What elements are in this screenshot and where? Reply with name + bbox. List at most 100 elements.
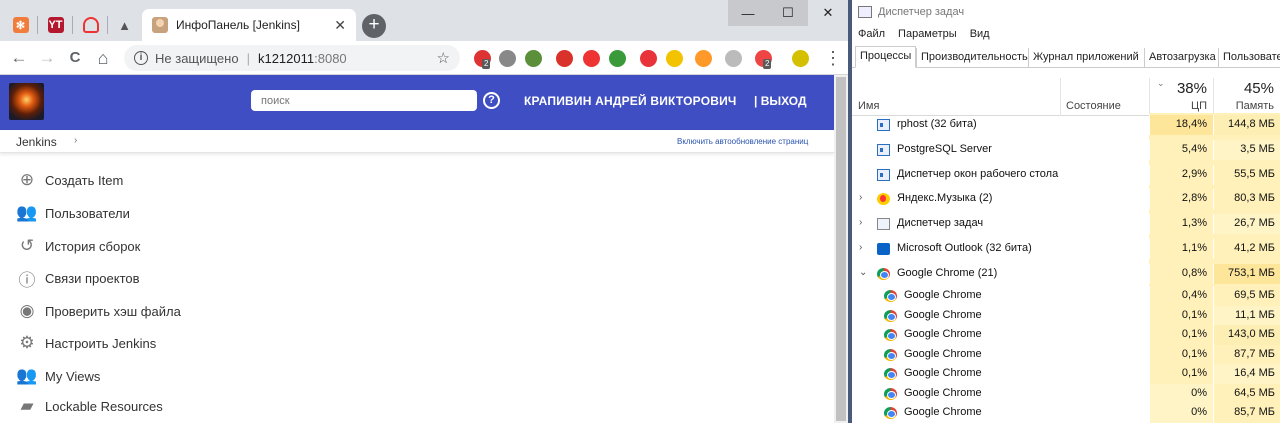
active-tab[interactable]: ИнфоПанель [Jenkins] ✕ [142, 9, 356, 41]
breadcrumb-jenkins[interactable]: Jenkins [16, 135, 57, 149]
pinned-tab-3[interactable] [76, 9, 105, 41]
process-cpu: 2,8% [1149, 189, 1213, 209]
tab-startup[interactable]: Автозагрузка [1144, 48, 1220, 68]
task-link[interactable]: 👥 Пользователи [16, 201, 130, 225]
tab-app-history[interactable]: Журнал приложений [1028, 48, 1143, 68]
tab-processes[interactable]: Процессы [855, 46, 917, 68]
collapse-chevron-icon[interactable]: ⌄ [859, 267, 867, 278]
pinned-tab-4[interactable]: ▲ [110, 9, 139, 41]
scrollbar-thumb[interactable] [836, 77, 846, 421]
ext-red-badge-icon[interactable]: 2 [474, 50, 491, 69]
task-link[interactable]: ↺ История сборок [16, 234, 140, 258]
ext-fox-icon[interactable] [695, 50, 712, 67]
tab-close-icon[interactable]: ✕ [334, 17, 346, 34]
tab-users[interactable]: Пользовате [1218, 48, 1280, 68]
ext-cloud-icon[interactable] [583, 50, 600, 67]
column-name[interactable]: Имя [858, 100, 879, 112]
column-memory[interactable]: Память [1232, 100, 1274, 112]
jenkins-logo[interactable] [9, 83, 44, 120]
process-row[interactable]: › Яндекс.Музыка (2) 2,8% 80,3 МБ [852, 189, 1280, 209]
pinned-tab-2[interactable]: YT [41, 9, 70, 41]
process-row[interactable]: › Диспетчер задач 1,3% 26,7 МБ [852, 214, 1280, 234]
process-row[interactable]: Google Chrome 0,1% 16,4 МБ [852, 364, 1280, 384]
chrome-process-icon [884, 290, 897, 302]
process-row[interactable]: PostgreSQL Server 5,4% 3,5 МБ [852, 140, 1280, 160]
home-button[interactable]: ⌂ [92, 47, 114, 69]
process-row[interactable]: Google Chrome 0,4% 69,5 МБ [852, 286, 1280, 306]
maximize-button[interactable]: ☐ [768, 0, 808, 26]
reload-button[interactable]: C [64, 47, 86, 69]
ext-target-icon[interactable] [640, 50, 657, 67]
process-name: PostgreSQL Server [897, 143, 992, 155]
process-row[interactable]: › Microsoft Outlook (32 бита) 1,1% 41,2 МБ [852, 239, 1280, 259]
ext-mail-icon[interactable]: 2 [755, 50, 772, 69]
page-scrollbar[interactable] [834, 75, 848, 423]
process-row[interactable]: rphost (32 бита) 18,4% 144,8 МБ [852, 115, 1280, 135]
task-label: Настроить Jenkins [45, 335, 157, 351]
expand-chevron-icon[interactable]: › [859, 242, 862, 253]
tab-performance[interactable]: Производительность [916, 48, 1032, 68]
help-icon[interactable]: ? [483, 92, 500, 109]
task-label: Пользователи [45, 205, 130, 221]
column-divider[interactable] [1149, 78, 1150, 116]
user-name-link[interactable]: КРАПИВИН АНДРЕЙ ВИКТОРОВИЧ [524, 94, 737, 108]
autorefresh-link[interactable]: Включить автообновление страниц [677, 137, 808, 146]
cpu-total: 38% [1176, 80, 1207, 97]
menu-options[interactable]: Параметры [898, 28, 957, 40]
ext-yellow-i-icon[interactable] [666, 50, 683, 67]
win-process-icon [877, 119, 890, 131]
task-link[interactable]: ▰ Lockable Resources [16, 394, 162, 418]
column-divider[interactable] [1060, 78, 1061, 116]
task-label: История сборок [45, 238, 141, 254]
task-link[interactable]: ⓘ Связи проектов [16, 266, 140, 290]
taskmgr-menubar: Файл Параметры Вид [858, 28, 1003, 40]
ext-image-icon[interactable] [525, 50, 542, 67]
minimize-button[interactable]: — [728, 0, 768, 26]
column-state[interactable]: Состояние [1066, 100, 1121, 112]
new-tab-button[interactable]: + [362, 14, 386, 38]
tab-strip: ✻ YT ▲ ИнфоПанель [Jenkins] ✕ + — ☐ ✕ [0, 0, 848, 41]
ext-pocket-icon[interactable] [499, 50, 516, 67]
expand-chevron-icon[interactable]: › [859, 192, 862, 203]
ext-adblock-icon[interactable] [556, 50, 573, 67]
taskmgr-titlebar: Диспетчер задач [858, 6, 964, 18]
forward-button[interactable]: → [36, 47, 58, 69]
taskmgr-app-icon [858, 6, 872, 18]
ext-sphere-icon[interactable] [725, 50, 742, 67]
process-row[interactable]: Google Chrome 0% 85,7 МБ [852, 403, 1280, 423]
chrome-process-icon [884, 329, 897, 341]
column-cpu[interactable]: ЦП [1172, 100, 1207, 112]
info-icon[interactable]: i [134, 51, 148, 65]
bookmark-star-icon[interactable]: ☆ [437, 49, 450, 67]
url-divider: | [246, 50, 250, 66]
breadcrumb: Jenkins › Включить автообновление страни… [0, 130, 834, 153]
task-link[interactable]: ◉ Проверить хэш файла [16, 299, 181, 323]
pinned-tab-1[interactable]: ✻ [6, 9, 35, 41]
tab-separator [72, 16, 73, 34]
task-link[interactable]: ⚙ Настроить Jenkins [16, 331, 156, 355]
expand-chevron-icon[interactable]: › [859, 217, 862, 228]
process-row[interactable]: Google Chrome 0,1% 143,0 МБ [852, 325, 1280, 345]
process-row[interactable]: Диспетчер окон рабочего стола 2,9% 55,5 МБ [852, 165, 1280, 185]
breadcrumb-arrow-icon[interactable]: › [74, 135, 77, 146]
menu-file[interactable]: Файл [858, 28, 885, 40]
process-row[interactable]: ⌄ Google Chrome (21) 0,8% 753,1 МБ [852, 264, 1280, 284]
close-window-button[interactable]: ✕ [808, 0, 848, 26]
task-link[interactable]: ⊕ Создать Item [16, 168, 123, 192]
menu-view[interactable]: Вид [970, 28, 990, 40]
task-link[interactable]: 👥 My Views [16, 364, 100, 388]
process-memory: 143,0 МБ [1213, 325, 1280, 345]
process-row[interactable]: Google Chrome 0,1% 11,1 МБ [852, 306, 1280, 326]
chrome-menu-icon[interactable]: ⋮ [824, 47, 842, 69]
address-bar[interactable]: i Не защищено | k1212011:8080 ☆ [124, 45, 460, 71]
ext-avatar-icon[interactable] [792, 50, 809, 67]
process-memory: 55,5 МБ [1213, 165, 1280, 185]
process-memory: 16,4 МБ [1213, 364, 1280, 384]
process-row[interactable]: Google Chrome 0% 64,5 МБ [852, 384, 1280, 404]
process-row[interactable]: Google Chrome 0,1% 87,7 МБ [852, 345, 1280, 365]
logout-link[interactable]: | ВЫХОД [754, 94, 807, 108]
ext-green-icon[interactable] [609, 50, 626, 67]
column-divider[interactable] [1213, 78, 1214, 116]
back-button[interactable]: ← [8, 47, 30, 69]
search-input[interactable] [251, 90, 477, 111]
